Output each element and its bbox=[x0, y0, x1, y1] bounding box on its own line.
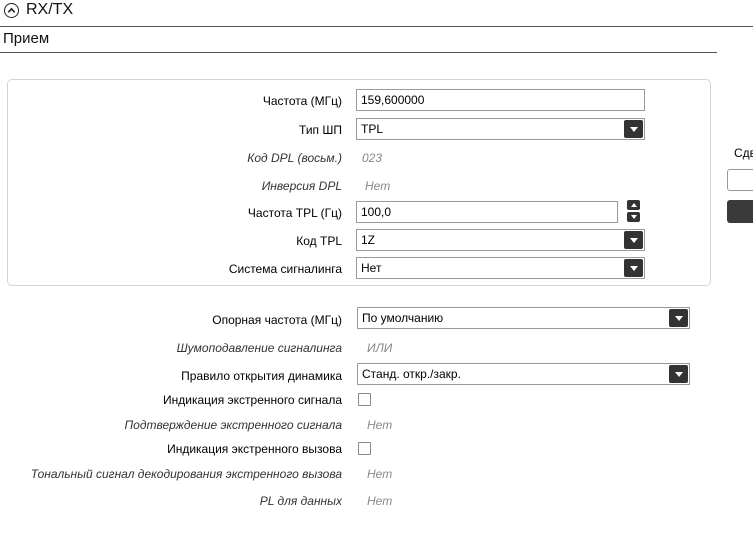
shp-type-label: Тип ШП bbox=[299, 123, 342, 137]
pl-data-label: PL для данных bbox=[259, 494, 342, 508]
divider bbox=[0, 52, 717, 53]
signaling-system-label: Система сигналинга bbox=[228, 262, 342, 276]
emergency-indication-label: Индикация экстренного сигнала bbox=[162, 393, 342, 407]
frequency-label: Частота (МГц) bbox=[262, 94, 342, 108]
signaling-system-select[interactable]: Нет bbox=[356, 257, 645, 279]
spin-up-icon[interactable] bbox=[627, 200, 640, 210]
dpl-code-label: Код DPL (восьм.) bbox=[247, 151, 342, 165]
speaker-rule-select[interactable]: Станд. откр./закр. bbox=[357, 363, 690, 385]
subsection-title: Прием bbox=[3, 30, 50, 47]
reference-frequency-select[interactable]: По умолчанию bbox=[357, 307, 690, 329]
tpl-code-value: 1Z bbox=[361, 233, 376, 247]
spin-down-icon[interactable] bbox=[627, 212, 640, 222]
collapse-section-button[interactable] bbox=[4, 3, 19, 18]
emergency-tone-value: Нет bbox=[367, 467, 393, 481]
emergency-ack-label: Подтверждение экстренного сигнала bbox=[124, 418, 342, 432]
shp-type-value: TPL bbox=[361, 122, 384, 136]
dropdown-arrow-icon bbox=[669, 309, 688, 327]
chevron-up-icon bbox=[7, 7, 16, 13]
speaker-rule-value: Станд. откр./закр. bbox=[362, 367, 461, 381]
emergency-indication-checkbox[interactable] bbox=[358, 393, 371, 406]
divider bbox=[0, 26, 753, 27]
shift-input[interactable] bbox=[727, 169, 753, 191]
dropdown-arrow-icon bbox=[624, 259, 643, 277]
emergency-call-indication-checkbox[interactable] bbox=[358, 442, 371, 455]
dropdown-arrow-icon bbox=[624, 120, 643, 138]
signaling-system-value: Нет bbox=[361, 261, 382, 275]
reference-frequency-label: Опорная частота (МГц) bbox=[212, 313, 342, 327]
emergency-ack-value: Нет bbox=[367, 418, 393, 432]
emergency-call-indication-label: Индикация экстренного вызова bbox=[167, 442, 342, 456]
signaling-squelch-value: ИЛИ bbox=[367, 341, 393, 355]
shp-type-select[interactable]: TPL bbox=[356, 118, 645, 140]
emergency-tone-label: Тональный сигнал декодирования экстренно… bbox=[30, 467, 342, 481]
dropdown-arrow-icon bbox=[669, 365, 688, 383]
tpl-code-select[interactable]: 1Z bbox=[356, 229, 645, 251]
tpl-frequency-input[interactable]: 100,0 bbox=[356, 201, 618, 223]
pl-data-value: Нет bbox=[367, 494, 393, 508]
reference-frequency-value: По умолчанию bbox=[362, 311, 444, 325]
speaker-rule-label: Правило открытия динамика bbox=[181, 369, 342, 383]
dpl-inversion-label: Инверсия DPL bbox=[261, 179, 342, 193]
dpl-inversion-value: Нет bbox=[365, 179, 391, 193]
tpl-code-label: Код TPL bbox=[296, 234, 342, 248]
section-title: RX/TX bbox=[26, 1, 74, 18]
shift-button[interactable] bbox=[727, 200, 753, 223]
shift-label: Сдв bbox=[734, 146, 753, 160]
tpl-frequency-label: Частота TPL (Гц) bbox=[247, 206, 342, 220]
signaling-squelch-label: Шумоподавление сигналинга bbox=[176, 341, 342, 355]
dpl-code-value: 023 bbox=[362, 151, 383, 165]
dropdown-arrow-icon bbox=[624, 231, 643, 249]
tpl-frequency-spinner[interactable] bbox=[627, 200, 640, 222]
frequency-input[interactable]: 159,600000 bbox=[356, 89, 645, 111]
